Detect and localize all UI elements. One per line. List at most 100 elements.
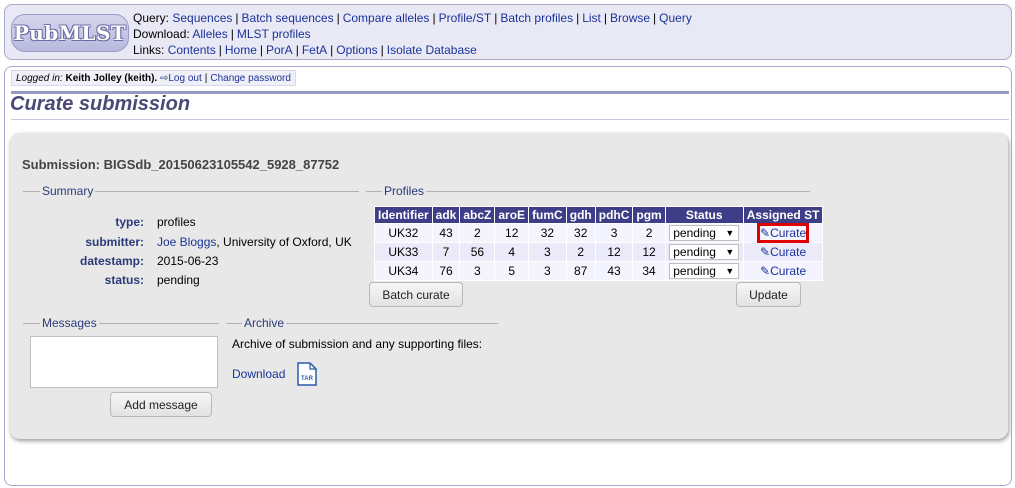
status-select-value: pending [673, 264, 716, 278]
cell-aroe: 5 [494, 261, 530, 281]
submission-heading: Submission: BIGSdb_20150623105542_5928_8… [22, 157, 340, 172]
cell-fumc: 32 [528, 223, 567, 243]
nav-sequences[interactable]: Sequences [172, 11, 232, 25]
profiles-header-row: Identifier adk abcZ aroE fumC gdh pdhC p… [374, 206, 824, 224]
change-password-link[interactable]: Change password [210, 73, 291, 84]
cell-pgm: 34 [632, 261, 666, 281]
table-row: UK34 76 3 5 3 87 43 34 pending ▼ ✎Curate [374, 261, 824, 281]
nav-isolate-database[interactable]: Isolate Database [387, 43, 477, 57]
cell-assigned-st: ✎Curate [742, 261, 824, 281]
message-textarea[interactable] [30, 336, 218, 388]
nav-alleles[interactable]: Alleles [192, 27, 227, 41]
login-prefix: Logged in: [16, 73, 63, 84]
cell-identifier: UK32 [374, 223, 433, 243]
nav-contents[interactable]: Contents [168, 43, 216, 57]
curate-label: Curate [770, 226, 807, 240]
nav-profile-st[interactable]: Profile/ST [439, 11, 492, 25]
nav-batch-profiles[interactable]: Batch profiles [500, 11, 573, 25]
submitter-affiliation: , University of Oxford, UK [216, 235, 352, 249]
nav-browse[interactable]: Browse [610, 11, 650, 25]
download-label: Download: [133, 27, 190, 41]
login-user: Keith Jolley (keith). [65, 73, 158, 84]
submitter-value: Joe Bloggs, University of Oxford, UK [157, 235, 352, 249]
col-adk: adk [431, 206, 461, 224]
batch-curate-button[interactable]: Batch curate [369, 282, 463, 307]
col-abcz: abcZ [459, 206, 496, 224]
links-row: Links: Contents | Home | PorA | FetA | Options | I… [133, 43, 477, 57]
archive-legend: Archive [242, 316, 287, 330]
status-key: status: [104, 273, 144, 287]
cell-fumc: 3 [528, 242, 567, 262]
profiles-table: Identifier adk abcZ aroE fumC gdh pdhC p… [374, 206, 824, 281]
nav-home[interactable]: Home [225, 43, 257, 57]
title-underline [11, 119, 1009, 120]
logout-link[interactable]: ⇨Log out [160, 73, 202, 84]
cell-pgm: 2 [632, 223, 666, 243]
nav-query[interactable]: Query [659, 11, 692, 25]
profiles-legend: Profiles [382, 184, 427, 198]
chevron-down-icon: ▼ [725, 247, 735, 257]
datestamp-key: datestamp: [79, 254, 144, 268]
archive-description: Archive of submission and any supporting… [232, 337, 483, 351]
logout-label: Log out [168, 73, 202, 84]
tar-file-icon[interactable]: TAR [296, 362, 318, 386]
cell-pgm: 12 [632, 242, 666, 262]
col-assigned-st: Assigned ST [742, 206, 824, 224]
nav-batch-sequences[interactable]: Batch sequences [242, 11, 334, 25]
nav-pora[interactable]: PorA [266, 43, 293, 57]
cell-aroe: 4 [494, 242, 530, 262]
cell-assigned-st: ✎Curate [742, 242, 824, 262]
nav-mlst-profiles[interactable]: MLST profiles [237, 27, 311, 41]
cell-assigned-st: ✎Curate [742, 223, 824, 243]
cell-adk: 7 [431, 242, 461, 262]
type-value: profiles [157, 215, 196, 229]
curate-link[interactable]: ✎Curate [757, 223, 810, 243]
site-header: PubMLST Query: Sequences | Batch sequences… [4, 4, 1012, 60]
col-pgm: pgm [632, 206, 666, 224]
cell-gdh: 32 [565, 223, 596, 243]
cell-abcz: 56 [459, 242, 496, 262]
nav-compare-alleles[interactable]: Compare alleles [343, 11, 430, 25]
cell-status: pending ▼ [664, 242, 744, 262]
cell-adk: 76 [431, 261, 461, 281]
cell-abcz: 2 [459, 223, 496, 243]
update-button[interactable]: Update [736, 282, 801, 307]
nav-options[interactable]: Options [336, 43, 377, 57]
links-label: Links: [133, 43, 165, 57]
curate-link[interactable]: ✎Curate [760, 264, 806, 278]
cell-identifier: UK33 [374, 242, 433, 262]
messages-legend: Messages [40, 316, 99, 330]
table-row: UK33 7 56 4 3 2 12 12 pending ▼ ✎Curate [374, 242, 824, 262]
pubmlst-logo[interactable]: PubMLST [11, 14, 129, 52]
main-content: Logged in: Keith Jolley (keith). ⇨Log ou… [4, 66, 1012, 486]
status-select-value: pending [673, 226, 716, 240]
cell-gdh: 87 [565, 261, 596, 281]
profiles-fieldset-line [366, 191, 810, 192]
nav-list[interactable]: List [582, 11, 601, 25]
status-select[interactable]: pending ▼ [669, 244, 740, 260]
nav-feta[interactable]: FetA [302, 43, 327, 57]
edit-icon: ✎ [760, 245, 771, 259]
edit-icon: ✎ [760, 264, 771, 278]
submitter-key: submitter: [85, 235, 144, 249]
add-message-button[interactable]: Add message [110, 392, 212, 417]
status-value: pending [157, 273, 200, 287]
cell-status: pending ▼ [664, 223, 744, 243]
status-select[interactable]: pending ▼ [669, 225, 740, 241]
submission-panel: Submission: BIGSdb_20150623105542_5928_8… [10, 133, 1008, 439]
cell-gdh: 2 [565, 242, 596, 262]
cell-identifier: UK34 [374, 261, 433, 281]
edit-icon: ✎ [760, 226, 771, 240]
cell-fumc: 3 [528, 261, 567, 281]
submitter-link[interactable]: Joe Bloggs [157, 235, 216, 249]
archive-download-link[interactable]: Download [232, 367, 285, 381]
col-aroe: aroE [494, 206, 530, 224]
status-select-value: pending [673, 245, 716, 259]
cell-aroe: 12 [494, 223, 530, 243]
col-fumc: fumC [528, 206, 567, 224]
cell-pdhc: 43 [594, 261, 634, 281]
status-select[interactable]: pending ▼ [669, 263, 740, 279]
chevron-down-icon: ▼ [725, 266, 735, 276]
curate-link[interactable]: ✎Curate [760, 245, 806, 259]
page-title: Curate submission [10, 93, 191, 115]
